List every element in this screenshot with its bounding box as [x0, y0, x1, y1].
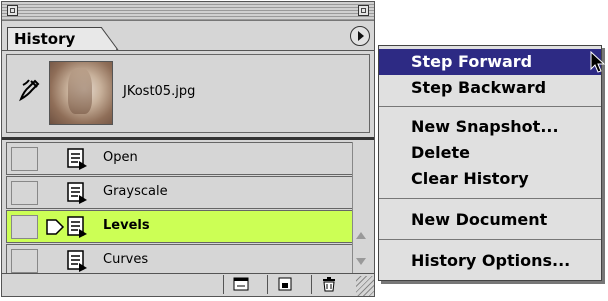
snapshot-row[interactable]: JKost05.jpg — [6, 54, 370, 133]
history-row-label: Grayscale — [103, 184, 168, 199]
history-state-icon — [67, 148, 87, 170]
menu-item-step-forward[interactable]: Step Forward — [379, 49, 601, 75]
menu-item-history-options[interactable]: History Options... — [379, 248, 601, 274]
history-state-icon — [67, 216, 87, 238]
new-document-from-state-icon — [233, 277, 249, 291]
menu-separator — [379, 239, 601, 240]
menu-item-delete[interactable]: Delete — [379, 140, 601, 166]
history-row-label: Curves — [103, 252, 149, 267]
vertical-scrollbar[interactable] — [352, 142, 370, 277]
scroll-down-arrow-icon[interactable] — [356, 258, 366, 265]
history-list: Open Grayscale Levels Curves — [6, 142, 353, 277]
menu-item-new-document[interactable]: New Document — [379, 207, 601, 233]
source-checkbox[interactable] — [11, 215, 38, 239]
history-palette: History JKost05.jpg Open Grayscale Level… — [1, 1, 375, 297]
snapshot-divider — [2, 137, 374, 140]
palette-titlebar[interactable] — [2, 2, 374, 21]
close-box-icon[interactable] — [7, 5, 18, 16]
new-snapshot-icon — [278, 277, 292, 291]
history-row-label: Levels — [103, 218, 150, 233]
palette-menu-button[interactable] — [350, 26, 370, 46]
history-row-levels[interactable]: Levels — [6, 210, 353, 243]
history-row-grayscale[interactable]: Grayscale — [6, 176, 353, 209]
zoom-box-icon[interactable] — [358, 5, 369, 16]
history-state-slider-icon[interactable] — [45, 218, 65, 236]
trash-icon — [323, 277, 335, 292]
tab-history-label: History — [14, 30, 76, 48]
history-state-icon — [67, 250, 87, 272]
new-snapshot-button[interactable] — [267, 275, 301, 294]
menu-separator — [379, 106, 601, 107]
delete-state-button[interactable] — [311, 275, 345, 294]
history-state-icon — [67, 182, 87, 204]
scroll-up-arrow-icon[interactable] — [356, 232, 366, 239]
snapshot-filename: JKost05.jpg — [123, 84, 196, 99]
new-document-button[interactable] — [223, 275, 257, 294]
resize-grip[interactable] — [356, 276, 374, 296]
palette-bottom-bar — [2, 273, 374, 296]
history-brush-source-icon[interactable] — [17, 77, 43, 103]
history-palette-menu: Step Forward Step Backward New Snapshot.… — [378, 45, 602, 281]
mouse-pointer-icon — [590, 51, 606, 73]
menu-item-new-snapshot[interactable]: New Snapshot... — [379, 114, 601, 140]
menu-item-step-backward[interactable]: Step Backward — [379, 75, 601, 101]
tab-edge-icon — [101, 27, 119, 51]
history-row-open[interactable]: Open — [6, 142, 353, 175]
menu-separator — [379, 198, 601, 199]
source-checkbox[interactable] — [11, 181, 38, 205]
history-row-label: Open — [103, 150, 138, 165]
source-checkbox[interactable] — [11, 147, 38, 171]
source-checkbox[interactable] — [11, 249, 38, 273]
snapshot-thumbnail — [49, 61, 113, 125]
menu-item-clear-history[interactable]: Clear History — [379, 166, 601, 192]
tab-row: History — [2, 21, 374, 51]
